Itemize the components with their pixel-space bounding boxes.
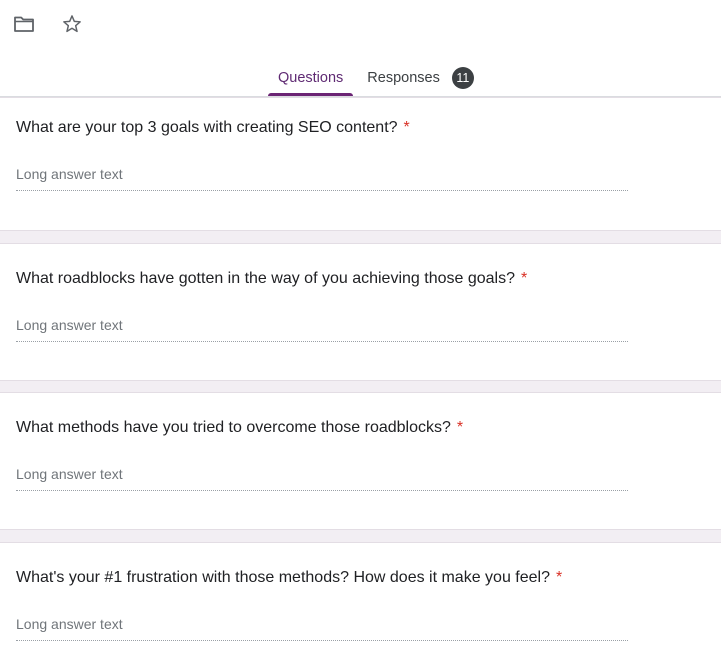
star-button[interactable] (58, 10, 86, 38)
required-asterisk: * (555, 569, 563, 586)
long-answer-field[interactable]: Long answer text (16, 315, 628, 342)
required-asterisk: * (520, 270, 528, 287)
star-icon (61, 13, 83, 35)
question-text: What methods have you tried to overcome … (16, 419, 451, 436)
question-title: What are your top 3 goals with creating … (16, 118, 410, 138)
responses-count-badge: 11 (451, 67, 474, 89)
long-answer-field[interactable]: Long answer text (16, 164, 628, 191)
question-title: What's your #1 frustration with those me… (16, 568, 562, 588)
question-title: What roadblocks have gotten in the way o… (16, 269, 527, 289)
form-header: Questions Responses 11 (0, 0, 721, 97)
question-title: What methods have you tried to overcome … (16, 418, 463, 438)
tab-questions[interactable]: Questions (268, 62, 354, 96)
folder-button[interactable] (10, 10, 38, 38)
folder-icon (13, 15, 35, 33)
tab-responses-label: Responses (367, 70, 440, 86)
tab-responses[interactable]: Responses 11 (353, 62, 484, 96)
tab-questions-label: Questions (278, 70, 344, 86)
question-card[interactable]: What roadblocks have gotten in the way o… (0, 243, 721, 381)
question-card[interactable]: What methods have you tried to overcome … (0, 392, 721, 530)
required-asterisk: * (456, 419, 464, 436)
long-answer-field[interactable]: Long answer text (16, 464, 628, 491)
question-card[interactable]: What's your #1 frustration with those me… (0, 542, 721, 672)
form-tabs: Questions Responses 11 (268, 62, 484, 96)
question-card[interactable]: What are your top 3 goals with creating … (0, 97, 721, 231)
question-text: What roadblocks have gotten in the way o… (16, 270, 515, 287)
question-text: What are your top 3 goals with creating … (16, 119, 398, 136)
long-answer-field[interactable]: Long answer text (16, 614, 628, 641)
question-text: What's your #1 frustration with those me… (16, 569, 550, 586)
required-asterisk: * (403, 119, 410, 136)
